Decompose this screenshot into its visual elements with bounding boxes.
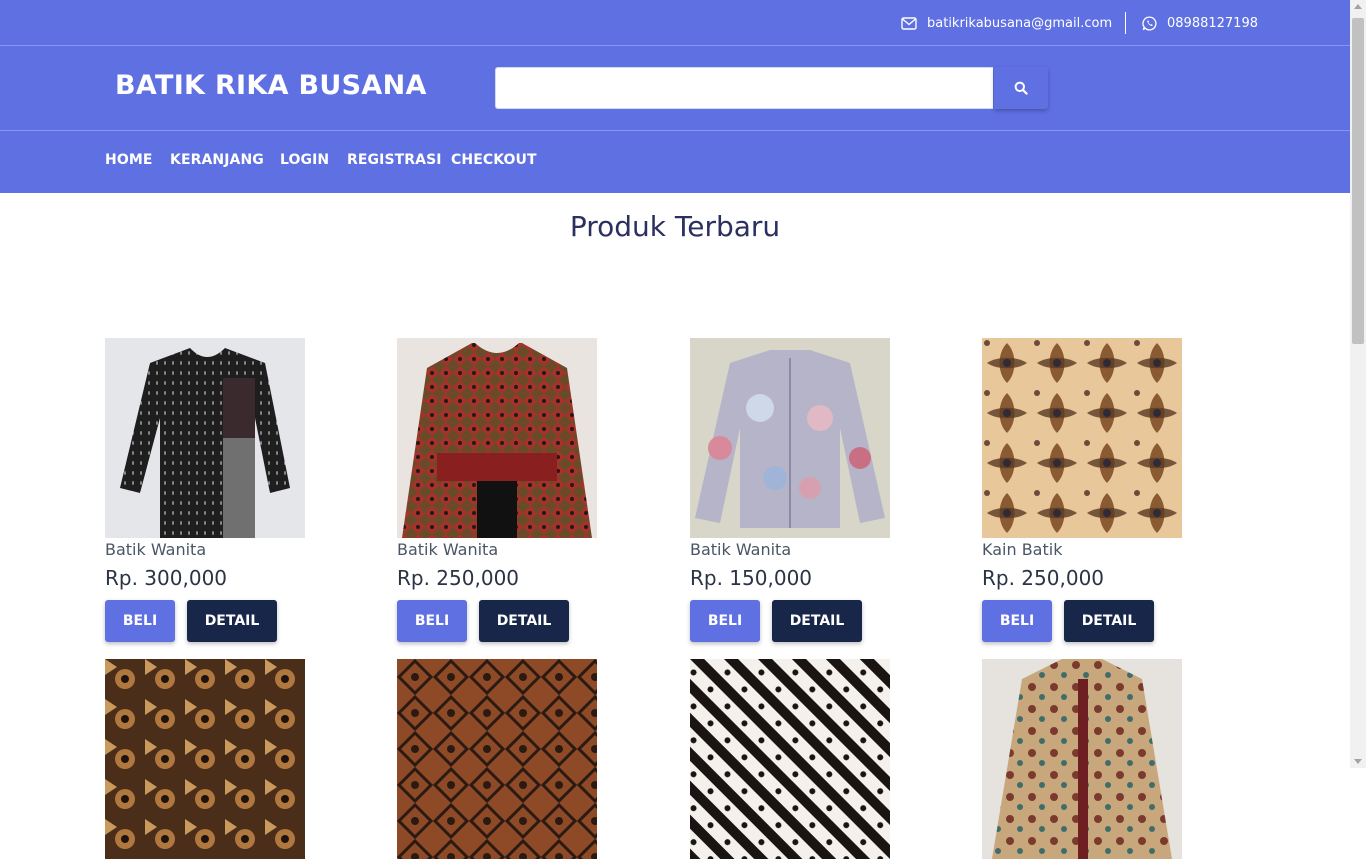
detail-button[interactable]: DETAIL (479, 600, 569, 642)
product-image-black-batik-blouse[interactable] (105, 338, 305, 538)
search-button[interactable] (994, 67, 1048, 109)
product-image-batik-shirt[interactable] (982, 659, 1182, 859)
product-price: Rp. 250,000 (982, 566, 1105, 590)
page-scrollbar[interactable] (1350, 0, 1366, 768)
brand-logo-text[interactable]: BATIK RIKA BUSANA (115, 70, 427, 101)
phone-contact[interactable]: 08988127198 (1142, 13, 1258, 33)
email-text: batikrikabusana@gmail.com (927, 15, 1113, 31)
scroll-up-arrow-icon[interactable] (1354, 4, 1362, 9)
product-image-dark-brown-batik-fabric[interactable] (105, 659, 305, 859)
product-image-red-batik-dress[interactable] (397, 338, 597, 538)
search-input[interactable] (495, 67, 993, 109)
phone-text: 08988127198 (1167, 15, 1258, 31)
nav-keranjang[interactable]: KERANJANG (170, 152, 264, 168)
scroll-down-arrow-icon[interactable] (1354, 759, 1362, 764)
whatsapp-icon (1142, 15, 1157, 30)
email-contact[interactable]: batikrikabusana@gmail.com (901, 13, 1112, 33)
product-name: Batik Wanita (397, 540, 499, 559)
buy-button[interactable]: BELI (982, 600, 1052, 642)
product-name: Batik Wanita (105, 540, 207, 559)
site-header: BATIK RIKA BUSANA (0, 46, 1350, 131)
product-image-brown-batik-fabric[interactable] (982, 338, 1182, 538)
section-title: Produk Terbaru (569, 210, 781, 243)
top-contact-bar: batikrikabusana@gmail.com 08988127198 (0, 0, 1350, 46)
buy-button[interactable]: BELI (690, 600, 760, 642)
nav-home[interactable]: HOME (105, 152, 153, 168)
detail-button[interactable]: DETAIL (187, 600, 277, 642)
nav-registrasi[interactable]: REGISTRASI (347, 152, 442, 168)
detail-button[interactable]: DETAIL (772, 600, 862, 642)
detail-button[interactable]: DETAIL (1064, 600, 1154, 642)
main-navigation: HOME KERANJANG LOGIN REGISTRASI CHECKOUT (0, 131, 1350, 193)
product-price: Rp. 150,000 (690, 566, 813, 590)
product-price: Rp. 250,000 (397, 566, 520, 590)
contact-divider (1125, 12, 1126, 34)
product-image-sogan-batik-fabric[interactable] (397, 659, 597, 859)
product-name: Kain Batik (982, 540, 1063, 559)
scrollbar-thumb[interactable] (1352, 18, 1364, 344)
product-price: Rp. 300,000 (105, 566, 228, 590)
buy-button[interactable]: BELI (397, 600, 467, 642)
product-image-pastel-floral-batik-jacket[interactable] (690, 338, 890, 538)
envelope-icon (901, 16, 917, 30)
nav-login[interactable]: LOGIN (280, 152, 329, 168)
buy-button[interactable]: BELI (105, 600, 175, 642)
nav-checkout[interactable]: CHECKOUT (451, 152, 537, 168)
product-image-parang-batik-fabric[interactable] (690, 659, 890, 859)
product-name: Batik Wanita (690, 540, 792, 559)
search-icon (1014, 81, 1028, 95)
